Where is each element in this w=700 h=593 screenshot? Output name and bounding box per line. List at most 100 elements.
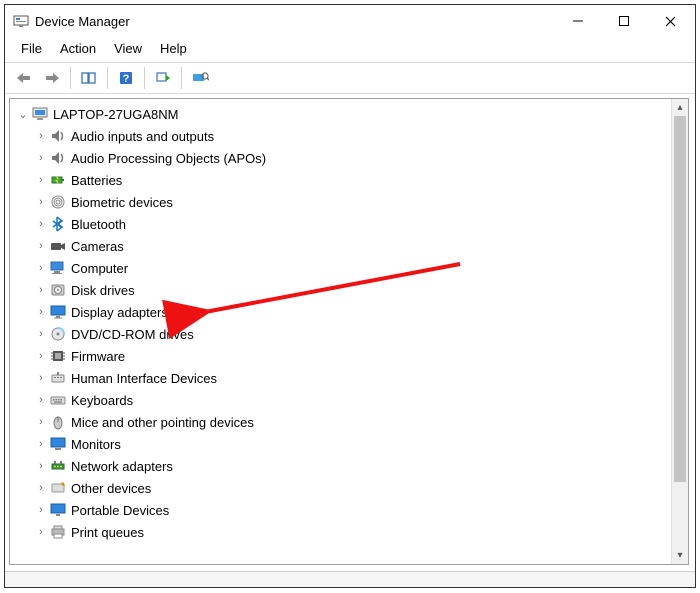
tree-node-item-6[interactable]: ›Computer [16, 257, 669, 279]
tree-node-item-9[interactable]: › DVD/CD-ROM drives [16, 323, 669, 345]
chevron-right-icon[interactable]: › [34, 283, 48, 297]
chevron-right-icon[interactable]: › [34, 327, 48, 341]
chevron-right-icon[interactable]: › [34, 239, 48, 253]
scroll-up-button[interactable]: ▴ [672, 99, 688, 116]
chevron-right-icon[interactable]: › [34, 503, 48, 517]
computer-icon [49, 259, 67, 277]
menubar: File Action View Help [5, 37, 695, 63]
tree-node-item-14[interactable]: › Monitors [16, 433, 669, 455]
camera-icon [49, 237, 67, 255]
vertical-scrollbar[interactable]: ▴ ▾ [671, 99, 688, 564]
tree-node-label: DVD/CD-ROM drives [71, 327, 194, 342]
device-tree[interactable]: ⌄LAPTOP-27UGA8NM›Audio inputs and output… [10, 99, 671, 564]
svg-text:!: ! [63, 481, 64, 486]
chevron-right-icon[interactable]: › [34, 217, 48, 231]
tree-node-item-17[interactable]: › Portable Devices [16, 499, 669, 521]
chevron-right-icon[interactable]: › [34, 261, 48, 275]
tree-node-label: Display adapters [71, 305, 168, 320]
disk-icon [49, 281, 67, 299]
menu-action[interactable]: Action [52, 39, 104, 58]
menu-file[interactable]: File [13, 39, 50, 58]
tree-node-item-11[interactable]: ›Human Interface Devices [16, 367, 669, 389]
printer-icon [49, 523, 67, 541]
other-icon: ! [49, 479, 67, 497]
close-button[interactable] [647, 6, 693, 36]
maximize-button[interactable] [601, 6, 647, 36]
titlebar[interactable]: Device Manager [5, 5, 695, 37]
tree-node-item-7[interactable]: › Disk drives [16, 279, 669, 301]
chevron-down-icon[interactable]: ⌄ [16, 107, 30, 121]
chevron-right-icon[interactable]: › [34, 305, 48, 319]
tree-node-label: Biometric devices [71, 195, 173, 210]
help-button[interactable]: ? [113, 66, 139, 90]
firmware-icon [49, 347, 67, 365]
portable-icon [49, 501, 67, 519]
tree-node-item-18[interactable]: › Print queues [16, 521, 669, 543]
hid-icon [49, 369, 67, 387]
show-hide-console-button[interactable] [76, 66, 102, 90]
chevron-right-icon[interactable]: › [34, 173, 48, 187]
device-tree-pane: ⌄LAPTOP-27UGA8NM›Audio inputs and output… [9, 98, 689, 565]
toolbar: ? [5, 63, 695, 94]
forward-button[interactable] [39, 66, 65, 90]
chevron-right-icon[interactable]: › [34, 459, 48, 473]
chevron-right-icon[interactable]: › [34, 195, 48, 209]
chevron-right-icon[interactable]: › [34, 525, 48, 539]
network-icon [49, 457, 67, 475]
tree-node-item-13[interactable]: › Mice and other pointing devices [16, 411, 669, 433]
tree-node-label: Network adapters [71, 459, 173, 474]
scroll-track[interactable] [672, 116, 688, 547]
tree-node-label: Cameras [71, 239, 124, 254]
mouse-icon [49, 413, 67, 431]
scroll-down-button[interactable]: ▾ [672, 547, 688, 564]
tree-node-label: Portable Devices [71, 503, 169, 518]
chevron-right-icon[interactable]: › [34, 371, 48, 385]
speaker-icon [49, 127, 67, 145]
scan-hardware-button[interactable] [150, 66, 176, 90]
tree-node-item-5[interactable]: › Cameras [16, 235, 669, 257]
tree-node-item-1[interactable]: › Audio Processing Objects (APOs) [16, 147, 669, 169]
tree-node-item-0[interactable]: ›Audio inputs and outputs [16, 125, 669, 147]
tree-node-item-4[interactable]: › Bluetooth [16, 213, 669, 235]
tree-node-label: Disk drives [71, 283, 135, 298]
chevron-right-icon[interactable]: › [34, 129, 48, 143]
scroll-thumb[interactable] [674, 116, 686, 482]
chevron-right-icon[interactable]: › [34, 437, 48, 451]
bluetooth-icon [49, 215, 67, 233]
tree-node-root[interactable]: ⌄LAPTOP-27UGA8NM [16, 103, 669, 125]
optical-icon [49, 325, 67, 343]
battery-icon [49, 171, 67, 189]
tree-node-item-15[interactable]: › Network adapters [16, 455, 669, 477]
menu-help[interactable]: Help [152, 39, 195, 58]
minimize-button[interactable] [555, 6, 601, 36]
chevron-right-icon[interactable]: › [34, 151, 48, 165]
tree-node-item-8[interactable]: › Display adapters [16, 301, 669, 323]
app-icon [13, 13, 29, 29]
tree-node-item-16[interactable]: ›!Other devices [16, 477, 669, 499]
chevron-right-icon[interactable]: › [34, 349, 48, 363]
window: Device Manager File Action View Help ? [5, 5, 695, 587]
tree-node-item-2[interactable]: › Batteries [16, 169, 669, 191]
devices-and-printers-button[interactable] [187, 66, 213, 90]
tree-node-label: Print queues [71, 525, 144, 540]
window-title: Device Manager [35, 14, 130, 29]
chevron-right-icon[interactable]: › [34, 481, 48, 495]
tree-node-label: Bluetooth [71, 217, 126, 232]
keyboard-icon [49, 391, 67, 409]
tree-node-item-12[interactable]: ›Keyboards [16, 389, 669, 411]
tree-node-item-10[interactable]: › Firmware [16, 345, 669, 367]
window-controls [555, 6, 693, 36]
speaker-icon [49, 149, 67, 167]
tree-node-item-3[interactable]: › Biometric devices [16, 191, 669, 213]
chevron-right-icon[interactable]: › [34, 415, 48, 429]
tree-node-label: Mice and other pointing devices [71, 415, 254, 430]
tree-node-label: Batteries [71, 173, 122, 188]
tree-node-label: Firmware [71, 349, 125, 364]
chevron-right-icon[interactable]: › [34, 393, 48, 407]
back-button[interactable] [11, 66, 37, 90]
tree-node-label: Audio Processing Objects (APOs) [71, 151, 266, 166]
menu-view[interactable]: View [106, 39, 150, 58]
statusbar [5, 571, 695, 587]
svg-text:?: ? [123, 73, 130, 85]
tree-node-label: Monitors [71, 437, 121, 452]
